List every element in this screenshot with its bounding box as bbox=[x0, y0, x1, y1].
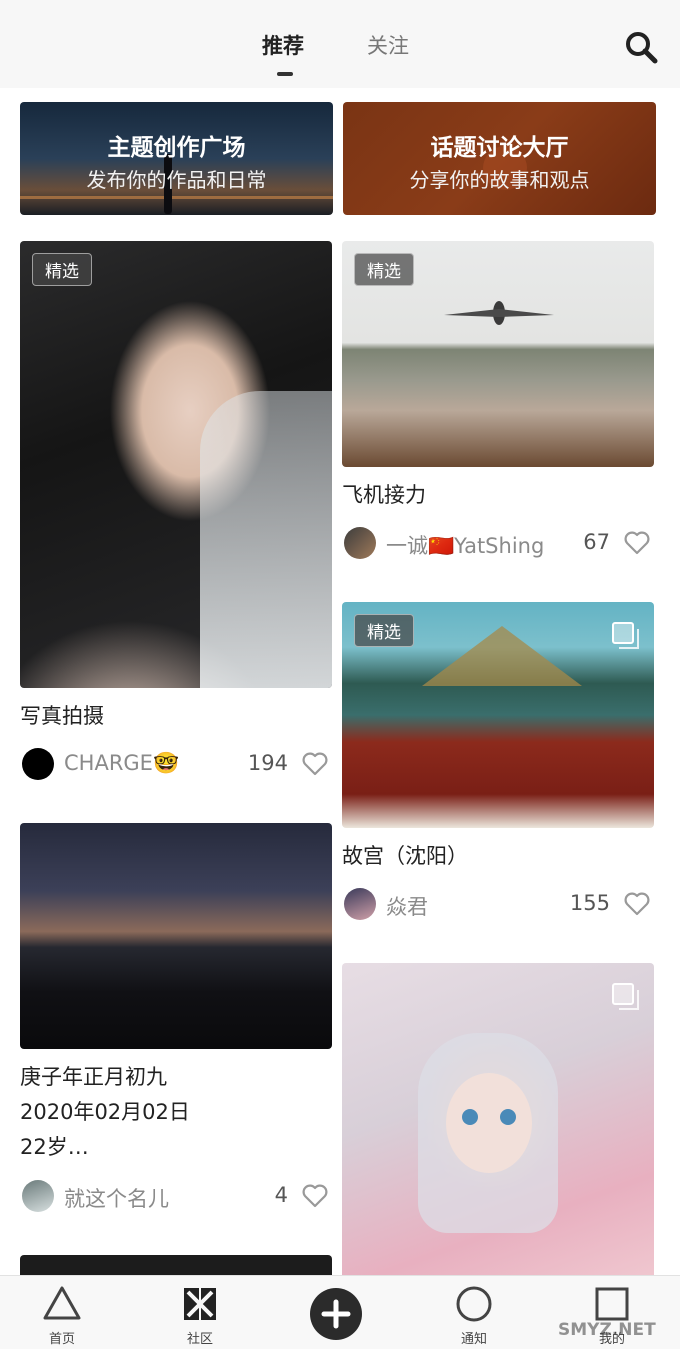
like-count: 67 bbox=[583, 530, 610, 554]
nav-notifications[interactable]: 通知 bbox=[434, 1276, 514, 1349]
avatar[interactable] bbox=[22, 1180, 54, 1212]
banner-theme-square[interactable]: 主题创作广场 发布你的作品和日常 bbox=[20, 102, 333, 215]
username[interactable]: CHARGE🤓 bbox=[64, 751, 179, 776]
featured-badge: 精选 bbox=[354, 614, 414, 647]
eye-shape bbox=[500, 1109, 516, 1125]
triangle-icon bbox=[43, 1286, 81, 1320]
username[interactable]: 就这个名儿 bbox=[64, 1183, 169, 1213]
card-title[interactable]: 故宫（沈阳） bbox=[342, 839, 468, 874]
card-title-line[interactable]: 22岁… bbox=[20, 1130, 89, 1165]
active-tab-indicator bbox=[277, 72, 293, 76]
avatar[interactable] bbox=[344, 888, 376, 920]
heart-icon[interactable] bbox=[624, 531, 650, 555]
nav-label: 通知 bbox=[460, 1332, 487, 1347]
avatar[interactable] bbox=[344, 527, 376, 559]
featured-badge: 精选 bbox=[32, 253, 92, 286]
multi-image-icon bbox=[612, 983, 639, 1010]
top-header: 推荐 关注 bbox=[0, 0, 680, 88]
heart-icon[interactable] bbox=[302, 752, 328, 776]
multi-image-icon bbox=[612, 622, 639, 649]
watermark: SMYZ.NET bbox=[558, 1320, 656, 1340]
heart-icon[interactable] bbox=[302, 1184, 328, 1208]
banner-subtitle: 分享你的故事和观点 bbox=[409, 168, 590, 192]
like-count: 194 bbox=[247, 751, 288, 775]
featured-badge: 精选 bbox=[354, 253, 414, 286]
username[interactable]: 一诚🇨🇳YatShing bbox=[386, 530, 544, 560]
card-image-palace[interactable]: 精选 bbox=[342, 602, 654, 828]
like-count: 155 bbox=[569, 891, 610, 915]
airplane-icon bbox=[444, 301, 554, 325]
search-icon[interactable] bbox=[624, 30, 658, 64]
plus-icon bbox=[321, 1299, 351, 1329]
avatar[interactable] bbox=[22, 748, 54, 780]
banner-topic-hall[interactable]: 话题讨论大厅 分享你的故事和观点 bbox=[343, 102, 656, 215]
square-icon bbox=[595, 1287, 629, 1321]
heart-icon[interactable] bbox=[624, 892, 650, 916]
nav-home[interactable]: 首页 bbox=[22, 1276, 102, 1349]
banner-horizon bbox=[20, 196, 333, 199]
community-icon bbox=[184, 1288, 216, 1320]
eye-shape bbox=[462, 1109, 478, 1125]
tab-follow[interactable]: 关注 bbox=[367, 30, 409, 60]
veil-shape bbox=[200, 391, 332, 688]
banner-title: 话题讨论大厅 bbox=[430, 135, 569, 161]
card-image-portrait[interactable]: 精选 bbox=[20, 241, 332, 688]
face-shape bbox=[446, 1073, 532, 1173]
banner-title: 主题创作广场 bbox=[107, 135, 246, 161]
nav-label: 社区 bbox=[186, 1332, 213, 1347]
nav-label: 首页 bbox=[48, 1332, 75, 1347]
card-image-night[interactable] bbox=[20, 823, 332, 1049]
card-title-line[interactable]: 2020年02月02日 bbox=[20, 1095, 190, 1130]
card-image-plane[interactable]: 精选 bbox=[342, 241, 654, 467]
username[interactable]: 焱君 bbox=[386, 891, 428, 921]
nav-community[interactable]: 社区 bbox=[160, 1276, 240, 1349]
add-post-button[interactable] bbox=[310, 1288, 362, 1340]
roof-shape bbox=[422, 626, 582, 686]
card-title[interactable]: 飞机接力 bbox=[342, 478, 426, 513]
card-title-line[interactable]: 庚子年正月初九 bbox=[20, 1060, 167, 1095]
banner-subtitle: 发布你的作品和日常 bbox=[86, 168, 267, 192]
circle-icon bbox=[456, 1286, 492, 1322]
card-title[interactable]: 写真拍摄 bbox=[20, 699, 104, 734]
card-image-cosplay[interactable] bbox=[342, 963, 654, 1283]
tab-recommend[interactable]: 推荐 bbox=[262, 30, 304, 60]
like-count: 4 bbox=[274, 1183, 288, 1207]
